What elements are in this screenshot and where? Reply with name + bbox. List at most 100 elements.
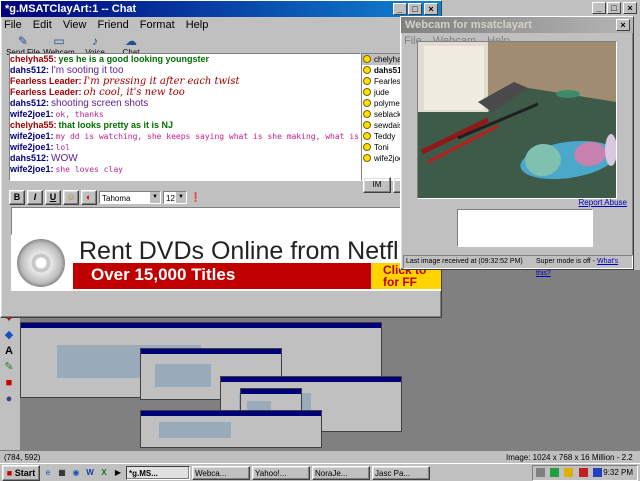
smiley-icon [363, 55, 371, 63]
smiley-icon [363, 77, 371, 85]
message-sender[interactable]: dahs512: [10, 65, 49, 75]
message-sender[interactable]: dahs512: [10, 98, 49, 108]
super-mode-status: Super mode is off - What's this? [536, 256, 632, 280]
font-select[interactable]: Tahoma ▼ [99, 190, 161, 204]
webcam-title: Webcam for msatclayart [405, 19, 532, 31]
start-button[interactable]: ■ Start [2, 464, 40, 481]
alert-icon[interactable]: ❗ [189, 191, 203, 204]
message-sender[interactable]: dahs512: [10, 153, 49, 163]
message-sender[interactable]: chelyha55: [10, 54, 57, 64]
message-sender[interactable]: chelyha55: [10, 120, 57, 130]
chat-message: wife2joe1: lol [10, 142, 360, 153]
chat-message: wife2joe1: she loves clay [10, 164, 360, 175]
minimize-button[interactable]: _ [393, 3, 407, 15]
close-button[interactable]: × [623, 2, 637, 14]
smiley-icon [363, 154, 371, 162]
tray-app-icon[interactable] [578, 467, 588, 477]
chat-window: *g.MSATClayArt:1 -- Chat _ □ × File Edit… [0, 0, 442, 318]
webcam-statusbar: Last image received at (09:32:52 PM) Sup… [403, 255, 633, 277]
chat-message: dahs512: I'm sooting it too [10, 65, 360, 76]
image-canvas[interactable] [20, 318, 500, 450]
maximize-button[interactable]: □ [607, 2, 621, 14]
message-text: oh cool, it's new too [83, 87, 185, 98]
message-sender[interactable]: wife2joe1: [10, 131, 54, 141]
menu-edit[interactable]: Edit [33, 19, 52, 31]
user-name: dahs51 [374, 66, 402, 75]
pen-tool-icon[interactable]: ✎ [2, 360, 16, 374]
text-tool-icon[interactable]: A [2, 344, 16, 358]
start-label: Start [14, 467, 36, 478]
message-sender[interactable]: Fearless Leader: [10, 76, 82, 86]
color-icon[interactable]: ◐ [81, 189, 97, 205]
tray-app-icon[interactable] [536, 467, 545, 477]
desktop-icon[interactable]: ▦ [56, 467, 68, 479]
task-webcam[interactable]: Webca... [192, 465, 250, 480]
tray-app-icon[interactable] [592, 467, 602, 477]
menu-friend[interactable]: Friend [98, 19, 129, 31]
outlook-icon[interactable]: ◉ [70, 467, 82, 479]
task-norajean[interactable]: NoraJe... [312, 465, 370, 480]
ad-banner[interactable]: Rent DVDs Online from Netfl Over 15,000 … [11, 235, 441, 291]
chat-message: Fearless Leader: I'm pressing it after ea… [10, 76, 360, 87]
maximize-button[interactable]: □ [408, 3, 422, 15]
menu-format[interactable]: Format [140, 19, 175, 31]
task-yahoo[interactable]: Yahoo!... [252, 465, 310, 480]
menu-file[interactable]: File [4, 19, 22, 31]
dvd-disc-icon [17, 239, 65, 287]
chat-message: dahs512: shooting screen shots [10, 98, 360, 109]
webcam-image [417, 41, 617, 199]
menu-help[interactable]: Help [186, 19, 209, 31]
super-mode-text: Super mode is off - [536, 258, 596, 265]
explorer-icon[interactable]: e [42, 467, 54, 479]
zoom-tool-icon[interactable]: ● [2, 392, 16, 406]
message-sender[interactable]: wife2joe1: [10, 164, 54, 174]
underline-button[interactable]: U [45, 189, 61, 205]
tray-app-icon[interactable] [564, 467, 574, 477]
tray-app-icon[interactable] [550, 467, 560, 477]
close-button[interactable]: × [616, 19, 630, 31]
close-button[interactable]: × [424, 3, 438, 15]
minimize-button[interactable]: _ [592, 2, 606, 14]
menu-view[interactable]: View [63, 19, 87, 31]
size-select[interactable]: 12 ▼ [163, 190, 187, 204]
tool-palette: ✦ ◆ A ✎ ■ ● [0, 310, 18, 450]
emoticon-icon[interactable]: ☺ [63, 189, 79, 205]
message-text: my dd is watching, she keeps saying what… [55, 132, 360, 141]
task-jasc[interactable]: Jasc Pa... [372, 465, 430, 480]
desktop-window-controls: _ □ × [592, 0, 640, 16]
smiley-icon [363, 143, 371, 151]
clock: 9:32 PM [603, 467, 633, 477]
message-sender[interactable]: Fearless Leader: [10, 87, 82, 97]
media-icon[interactable]: ▶ [112, 467, 124, 479]
fill-tool-icon[interactable]: ◆ [2, 328, 16, 342]
send-file-icon: ✎ [17, 34, 29, 48]
chat-message: dahs512: WOW [10, 153, 360, 164]
shape-tool-icon[interactable]: ■ [2, 376, 16, 390]
message-input[interactable] [11, 207, 405, 235]
word-icon[interactable]: W [84, 467, 96, 479]
taskbar: ■ Start e ▦ ◉ W X ▶ *g.MS... Webca... Ya… [0, 463, 640, 481]
chat-titlebar[interactable]: *g.MSATClayArt:1 -- Chat _ □ × [1, 1, 441, 17]
font-select-value: Tahoma [102, 193, 131, 203]
webcam-titlebar[interactable]: Webcam for msatclayart × [401, 17, 633, 33]
message-text: shooting screen shots [51, 98, 149, 109]
chat-message: chelyha55: that looks pretty as it is NJ [10, 120, 360, 131]
size-select-value: 12 [166, 193, 175, 203]
message-sender[interactable]: wife2joe1: [10, 109, 54, 119]
recursive-screenshot [140, 410, 322, 448]
task-chat[interactable]: *g.MS... [126, 465, 190, 480]
message-text: lol [55, 143, 70, 152]
excel-icon[interactable]: X [98, 467, 110, 479]
smiley-icon [363, 88, 371, 96]
bold-button[interactable]: B [9, 189, 25, 205]
italic-button[interactable]: I [27, 189, 43, 205]
chat-message: wife2joe1: my dd is watching, she keeps s… [10, 131, 360, 142]
report-abuse-link[interactable]: Report Abuse [579, 198, 627, 207]
user-name: Toni [374, 143, 389, 152]
chevron-down-icon: ▼ [176, 191, 186, 203]
message-sender[interactable]: wife2joe1: [10, 142, 54, 152]
ad-headline: Rent DVDs Online from Netfl [79, 237, 399, 265]
chat-messages[interactable]: chelyha55: yes he is a good looking young… [9, 53, 361, 181]
message-text: I'm sooting it too [51, 65, 124, 76]
chat-title: *g.MSATClayArt:1 -- Chat [5, 3, 137, 15]
